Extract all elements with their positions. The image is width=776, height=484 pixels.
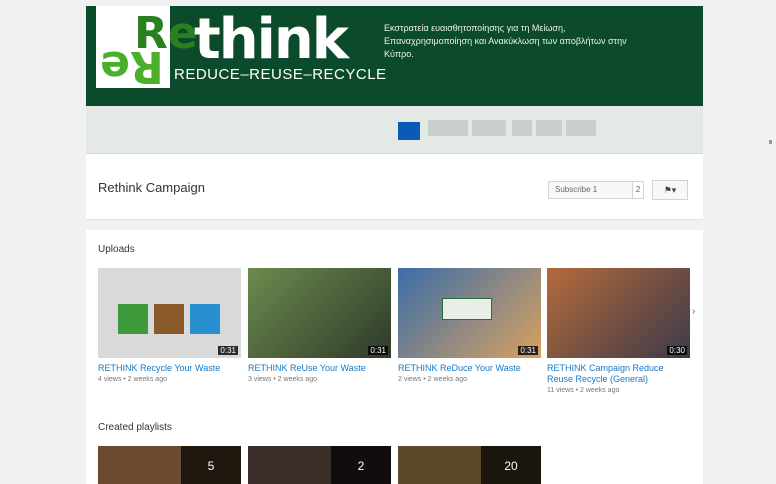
video-duration: 0:31 (368, 346, 388, 355)
video-duration: 0:31 (218, 346, 238, 355)
subscribe-button[interactable]: Subscribe 1 (548, 181, 644, 199)
channel-header: Rethink Campaign Subscribe 1 2 ⚑▾ (86, 154, 703, 220)
channel-title[interactable]: Rethink Campaign (98, 180, 205, 195)
scrollbar[interactable] (769, 140, 772, 144)
partners-strip (86, 106, 703, 154)
flag-menu-button[interactable]: ⚑▾ (652, 180, 688, 200)
video-title-link[interactable]: RETHINK ReUse Your Waste (248, 363, 388, 374)
next-arrow-icon[interactable]: › (692, 306, 695, 317)
recycle-bin-icon (118, 304, 148, 334)
pmt-bin-icon (190, 304, 220, 334)
eu-flag-icon (398, 122, 420, 140)
partner-logo-icon (512, 120, 532, 136)
video-thumbnail[interactable]: 0:30 (547, 268, 690, 358)
uploads-title[interactable]: Uploads (98, 244, 135, 255)
subscriber-count: 2 (632, 181, 644, 199)
playlist-thumbnail[interactable]: 20 (398, 446, 541, 484)
logo-tagline: REDUCE–REUSE–RECYCLE (174, 66, 387, 83)
partner-logo-icon (428, 120, 468, 136)
playlist-thumbnail[interactable]: 2 (248, 446, 391, 484)
logo-think: think (194, 7, 349, 72)
partner-logo-icon (566, 120, 596, 136)
video-thumbnail[interactable]: 0:31 (248, 268, 391, 358)
video-meta: 3 views • 2 weeks ago (248, 376, 317, 383)
video-meta: 11 views • 2 weeks ago (547, 387, 620, 394)
partner-logo-icon (536, 120, 562, 136)
logo-re: Re (134, 8, 198, 59)
partner-logo-icon (472, 120, 506, 136)
recycle-sign-icon (442, 298, 492, 320)
video-duration: 0:30 (667, 346, 687, 355)
video-thumbnail[interactable]: 0:31 (98, 268, 241, 358)
video-meta: 4 views • 2 weeks ago (98, 376, 167, 383)
channel-banner: Re Re think REDUCE–REUSE–RECYCLE Εκστρατ… (86, 6, 703, 106)
playlist-count: 5 (181, 446, 241, 484)
playlist-count: 20 (481, 446, 541, 484)
playlist-count: 2 (331, 446, 391, 484)
reuse-bin-icon (154, 304, 184, 334)
channel-content: Uploads 0:31 0:31 0:31 0:30 › RETHINK Re… (86, 230, 703, 484)
video-title-link[interactable]: RETHINK Campaign Reduce Reuse Recycle (G… (547, 363, 687, 385)
video-thumbnail[interactable]: 0:31 (398, 268, 541, 358)
playlists-title[interactable]: Created playlists (98, 422, 172, 433)
channel-page: Re Re think REDUCE–REUSE–RECYCLE Εκστρατ… (86, 6, 703, 484)
playlist-thumbnail[interactable]: 5 (98, 446, 241, 484)
banner-description: Εκστρατεία ευαισθητοποίησης για τη Μείωσ… (384, 23, 627, 59)
divider (86, 220, 703, 230)
video-meta: 2 views • 2 weeks ago (398, 376, 467, 383)
video-title-link[interactable]: RETHINK Recycle Your Waste (98, 363, 238, 374)
video-duration: 0:31 (518, 346, 538, 355)
video-title-link[interactable]: RETHINK ReDuce Your Waste (398, 363, 538, 374)
